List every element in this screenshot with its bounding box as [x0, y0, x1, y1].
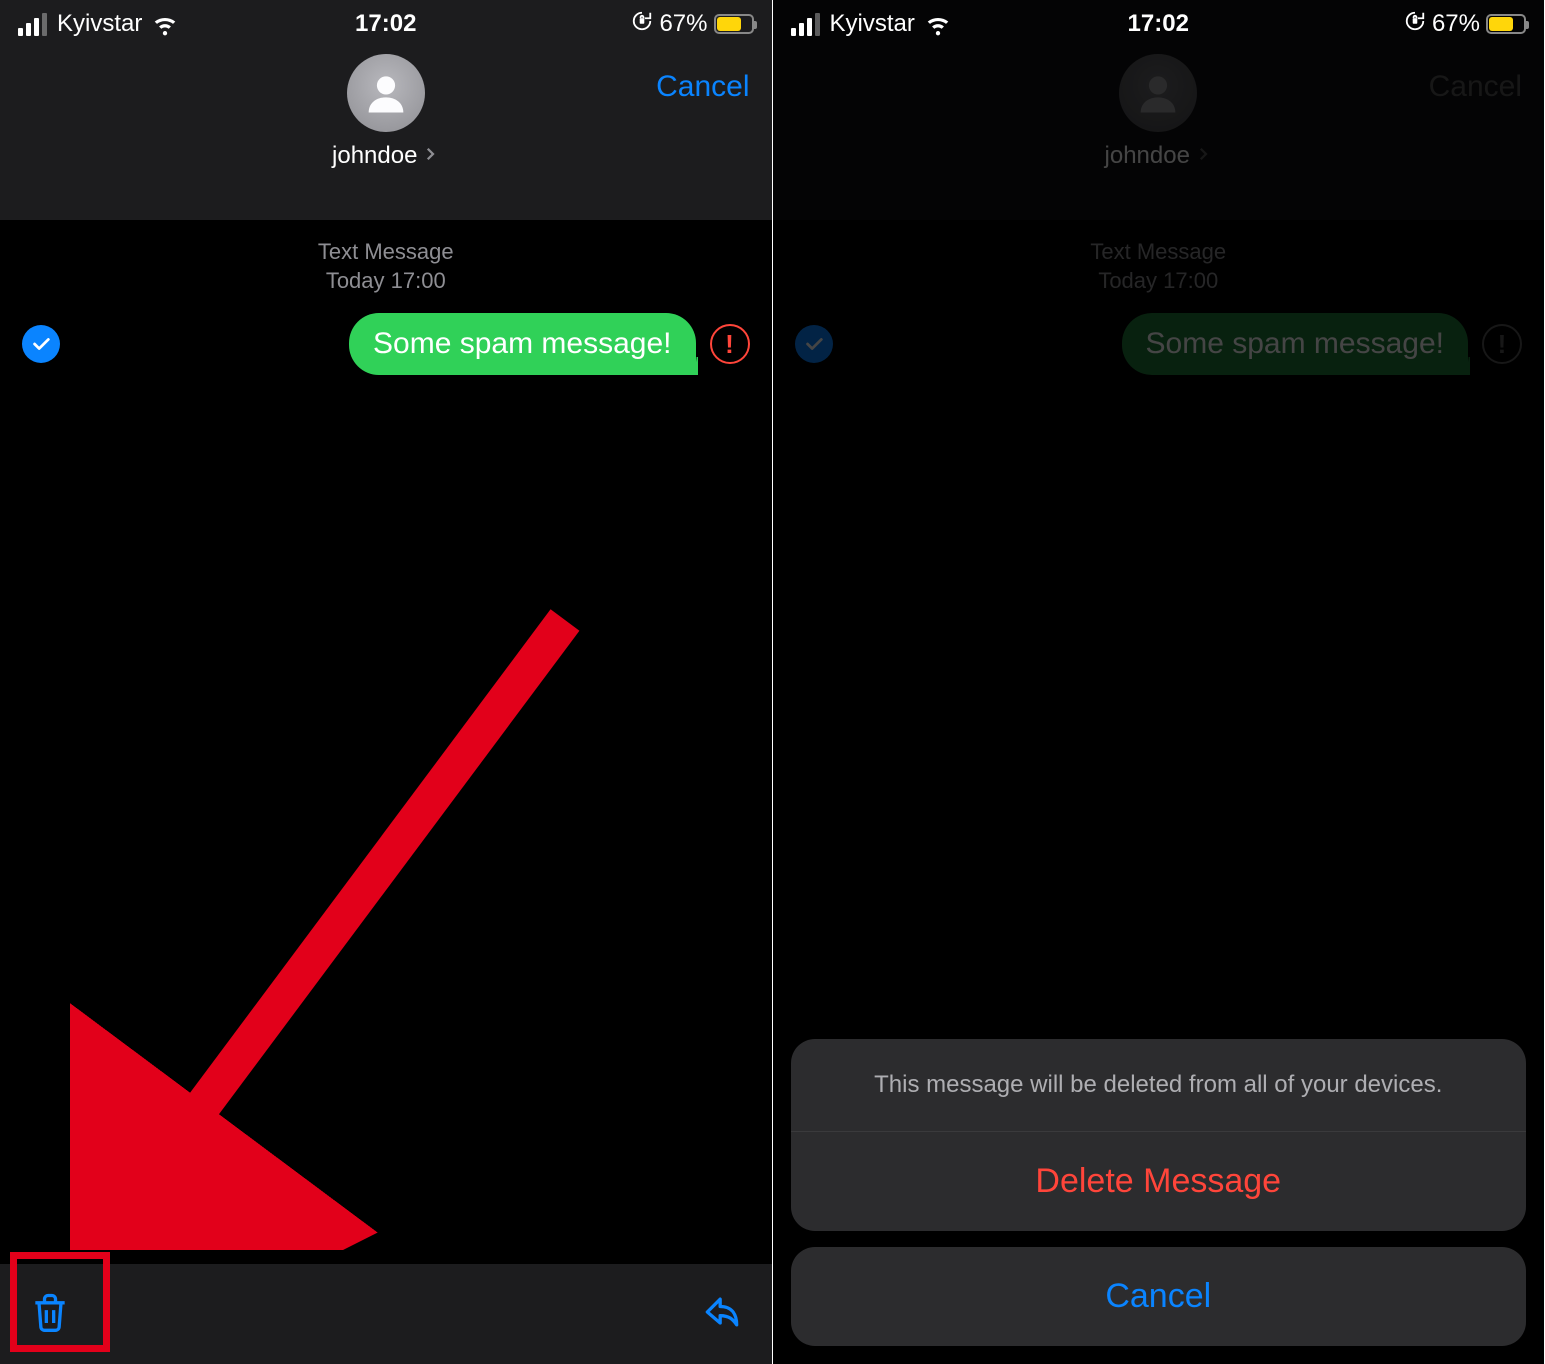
rotation-lock-icon: [1404, 10, 1426, 39]
message-row: Some spam message! !: [0, 295, 772, 375]
contact-name-button[interactable]: johndoe: [332, 142, 439, 170]
selection-check-icon[interactable]: [22, 325, 60, 363]
rotation-lock-icon: [631, 10, 653, 39]
battery-pct-label: 67%: [1432, 10, 1480, 38]
signal-icon: [791, 13, 820, 36]
action-sheet-cancel-button[interactable]: Cancel: [791, 1247, 1527, 1346]
status-bar: Kyivstar 17:02 67%: [773, 0, 1545, 48]
wifi-icon: [925, 11, 951, 37]
carrier-label: Kyivstar: [830, 10, 915, 38]
clock-label: 17:02: [355, 10, 416, 38]
battery-pct-label: 67%: [659, 10, 707, 38]
clock-label: 17:02: [1128, 10, 1189, 38]
status-bar: Kyivstar 17:02 67%: [0, 0, 772, 48]
meta-type: Text Message: [0, 238, 772, 267]
contact-name: johndoe: [332, 142, 417, 170]
signal-icon: [18, 13, 47, 36]
battery-icon: [714, 14, 754, 34]
carrier-label: Kyivstar: [57, 10, 142, 38]
cancel-button[interactable]: Cancel: [656, 70, 749, 104]
wifi-icon: [152, 11, 178, 37]
meta-time: Today 17:00: [0, 267, 772, 296]
battery-icon: [1486, 14, 1526, 34]
share-icon[interactable]: [700, 1290, 744, 1339]
avatar[interactable]: [347, 54, 425, 132]
action-sheet-group: This message will be deleted from all of…: [791, 1039, 1527, 1231]
chevron-right-icon: [421, 142, 439, 170]
phone-left: Kyivstar 17:02 67% johndoe Cancel: [0, 0, 773, 1364]
message-bubble[interactable]: Some spam message!: [349, 313, 695, 375]
phone-right: Kyivstar 17:02 67% johndoe Cancel: [773, 0, 1545, 1364]
delete-message-button[interactable]: Delete Message: [791, 1132, 1527, 1231]
bottom-toolbar: [0, 1264, 772, 1364]
action-sheet: This message will be deleted from all of…: [791, 1039, 1527, 1346]
trash-icon[interactable]: [28, 1290, 72, 1339]
message-meta: Text Message Today 17:00: [0, 238, 772, 295]
action-sheet-prompt: This message will be deleted from all of…: [791, 1039, 1527, 1132]
conversation-area: Text Message Today 17:00 Some spam messa…: [0, 220, 772, 1364]
message-error-icon[interactable]: !: [710, 324, 750, 364]
